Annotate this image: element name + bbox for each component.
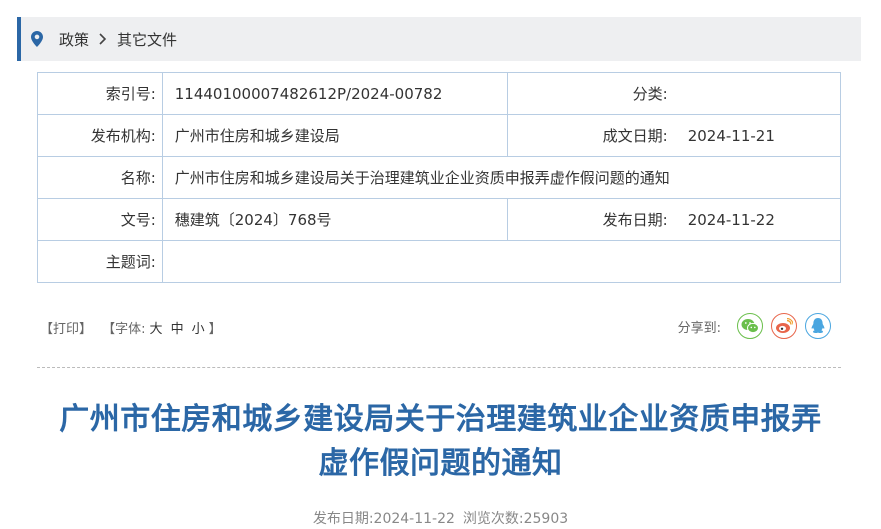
article-view-count: 浏览次数:25903 (462, 511, 569, 527)
divider (37, 367, 841, 368)
keywords-label: 主题词: (37, 240, 163, 283)
article-title: 广州市住房和城乡建设局关于治理建筑业企业资质申报弄 虚作假问题的通知 (20, 398, 861, 486)
document-meta-table: 索引号: 11440100007482612P/2024-00782 分类: 发… (37, 72, 842, 283)
page-tools: 【打印】 【字体: 大中小】 (40, 318, 222, 337)
share-label: 分享到: (677, 320, 721, 336)
font-size-prefix: 【字体: (102, 322, 146, 337)
font-size-suffix: 】 (208, 322, 222, 337)
table-row: 索引号: 11440100007482612P/2024-00782 分类: (37, 72, 841, 115)
index-no-value: 11440100007482612P/2024-00782 (161, 72, 508, 115)
table-row: 主题词: (37, 240, 842, 283)
table-row: 名称: 广州市住房和城乡建设局关于治理建筑业企业资质申报弄虚作假问题的通知 (37, 156, 842, 199)
location-pin-icon (31, 30, 45, 48)
article-title-line-1: 广州市住房和城乡建设局关于治理建筑业企业资质申报弄 (59, 402, 822, 437)
published-date-value: 2024-11-22 (687, 198, 841, 241)
name-label: 名称: (37, 156, 163, 199)
issuer-label: 发布机构: (37, 114, 163, 157)
created-date-label: 成文日期: (506, 114, 688, 157)
created-date-value: 2024-11-21 (687, 114, 841, 157)
category-value (687, 72, 841, 115)
table-row: 文号: 穗建筑〔2024〕768号 发布日期: 2024-11-22 (37, 198, 841, 241)
issuer-value: 广州市住房和城乡建设局 (161, 114, 508, 157)
share-bar: 分享到: (678, 313, 831, 339)
published-date-label: 发布日期: (506, 198, 688, 241)
qq-icon[interactable] (805, 313, 831, 339)
article-pub-date: 发布日期:2024-11-22 (312, 511, 455, 527)
font-medium-button[interactable]: 中 (171, 322, 184, 337)
font-small-button[interactable]: 小 (192, 322, 205, 337)
category-label: 分类: (506, 72, 688, 115)
table-row: 发布机构: 广州市住房和城乡建设局 成文日期: 2024-11-21 (37, 114, 841, 157)
index-no-label: 索引号: (37, 72, 163, 115)
doc-no-label: 文号: (37, 198, 163, 241)
doc-no-value: 穗建筑〔2024〕768号 (161, 198, 508, 241)
font-large-button[interactable]: 大 (150, 322, 163, 337)
keywords-value (161, 240, 842, 283)
weibo-icon[interactable] (771, 313, 797, 339)
breadcrumb: 政策 其它文件 (17, 17, 861, 61)
article-pub-info: 发布日期:2024-11-22 浏览次数:25903 (0, 508, 881, 528)
name-value: 广州市住房和城乡建设局关于治理建筑业企业资质申报弄虚作假问题的通知 (161, 156, 842, 199)
breadcrumb-item-policy[interactable]: 政策 (59, 29, 89, 50)
chevron-right-icon (99, 33, 107, 45)
breadcrumb-item-other-files[interactable]: 其它文件 (117, 29, 177, 50)
print-button[interactable]: 【打印】 (40, 322, 92, 337)
article-title-line-2: 虚作假问题的通知 (318, 446, 563, 481)
wechat-icon[interactable] (737, 313, 763, 339)
